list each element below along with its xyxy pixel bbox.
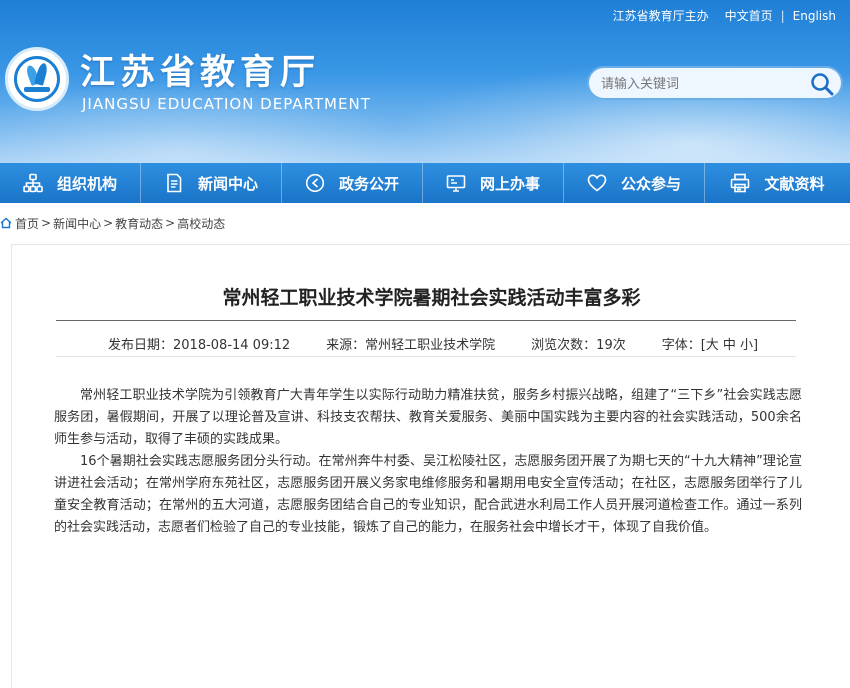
breadcrumb-news-center[interactable]: 新闻中心 [53, 215, 101, 232]
nav-label: 网上办事 [479, 174, 540, 193]
meta-divider [56, 356, 796, 357]
nav-item-government-affairs[interactable]: 政务公开 [282, 163, 423, 203]
article-title: 常州轻工职业技术学院暑期社会实践活动丰富多彩 [222, 287, 641, 309]
printer-icon [731, 173, 750, 193]
heart-icon [587, 174, 607, 192]
nav-item-organization[interactable]: 组织机构 [0, 163, 141, 203]
megaphone-icon [305, 173, 325, 193]
nav-item-public-participation[interactable]: 公众参与 [564, 163, 705, 203]
view-count: 浏览次数：19次 [531, 338, 626, 353]
breadcrumb-home[interactable]: 首页 [15, 215, 39, 232]
article-paragraph: 16个暑期社会实践志愿服务团分头行动。在常州奔牛村委、吴江松陵社区，志愿服务团开… [54, 454, 802, 535]
article-meta: 发布日期：2018-08-14 09:12 来源：常州轻工职业技术学院 浏览次数… [108, 334, 758, 353]
article-paragraph: 常州轻工职业技术学院为引领教育广大青年学生以实际行动助力精准扶贫，服务乡村振兴战… [54, 388, 802, 447]
title-divider [56, 320, 796, 321]
font-size-control[interactable]: 字体：[大 中 小] [662, 334, 758, 353]
main-nav: 组织机构 新闻中心 政务公开 网上办事 公众参与 文献资料 [0, 163, 850, 203]
breadcrumb-university-news[interactable]: 高校动态 [177, 215, 225, 232]
host-text: 江苏省教育厅主办 [612, 9, 709, 23]
english-link[interactable]: English [793, 9, 836, 23]
breadcrumb-separator: > [103, 216, 114, 230]
search-box [587, 66, 843, 100]
search-input[interactable] [601, 74, 801, 94]
org-chart-icon [23, 173, 43, 193]
site-subtitle: JIANGSU EDUCATION DEPARTMENT [82, 95, 371, 113]
breadcrumb: 首页 > 新闻中心 > 教育动态 > 高校动态 [0, 212, 225, 234]
article-body: 常州轻工职业技术学院为引领教育广大青年学生以实际行动助力精准扶贫，服务乡村振兴战… [54, 385, 802, 539]
top-links: 江苏省教育厅主办 中文首页 | English [613, 7, 836, 24]
source: 来源：常州轻工职业技术学院 [326, 338, 496, 353]
top-link-separator: | [780, 8, 785, 23]
nav-item-online-services[interactable]: 网上办事 [423, 163, 564, 203]
breadcrumb-education-news[interactable]: 教育动态 [115, 215, 163, 232]
breadcrumb-separator: > [165, 216, 176, 230]
chinese-home-link[interactable]: 中文首页 [725, 7, 773, 24]
logo[interactable] [5, 47, 69, 111]
nav-label: 组织机构 [56, 174, 117, 193]
document-icon [167, 173, 182, 193]
nav-label: 政务公开 [338, 174, 399, 193]
breadcrumb-separator: > [41, 216, 52, 230]
nav-label: 新闻中心 [197, 174, 258, 193]
nav-item-news[interactable]: 新闻中心 [141, 163, 282, 203]
article-panel: 常州轻工职业技术学院暑期社会实践活动丰富多彩 发布日期：2018-08-14 0… [11, 244, 850, 688]
nav-label: 公众参与 [620, 174, 681, 193]
nav-item-literature[interactable]: 文献资料 [705, 163, 850, 203]
search-icon[interactable] [809, 71, 835, 97]
monitor-icon [446, 175, 466, 192]
publish-date: 发布日期：2018-08-14 09:12 [108, 338, 291, 353]
site-title: 江苏省教育厅 [80, 53, 321, 93]
site-header: 江苏省教育厅主办 中文首页 | English 江苏省教育厅 JIANGSU E… [0, 0, 850, 163]
nav-label: 文献资料 [764, 174, 825, 193]
home-icon [0, 217, 12, 229]
